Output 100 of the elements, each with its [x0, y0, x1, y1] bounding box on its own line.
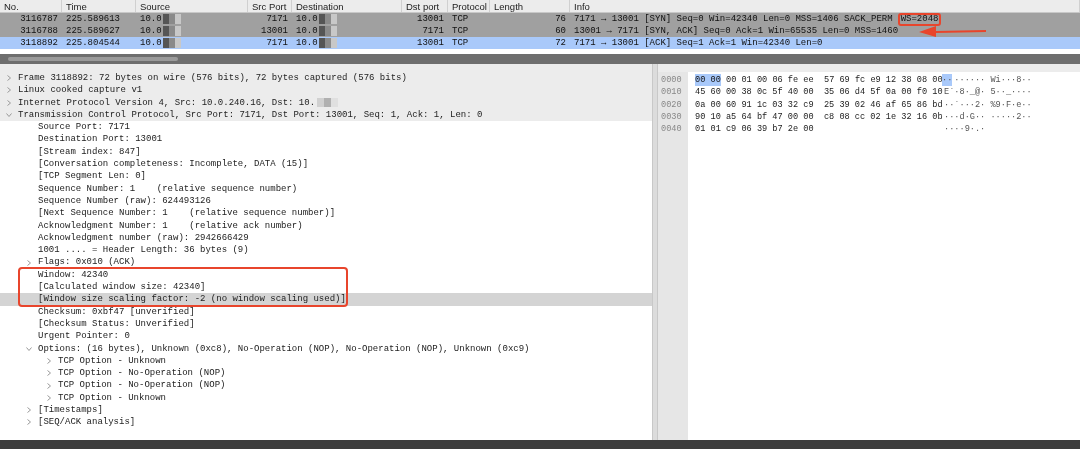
column-header[interactable]: Info [570, 0, 1080, 12]
table-cell: 76 [555, 13, 566, 25]
tree-row[interactable]: TCP Option - Unknown [0, 391, 652, 404]
hex-bytes: 00 00 [695, 74, 721, 87]
tree-text: [Checksum Status: Unverified] [38, 317, 195, 331]
tree-row[interactable]: TCP Option - Unknown [0, 354, 652, 368]
hex-bytes: 90 10 a5 64 bf 47 00 00 c8 08 cc 02 1e 32 16 0b [695, 110, 943, 124]
tree-row[interactable]: [SEQ/ACK analysis] [0, 416, 652, 429]
tree-row[interactable]: Linux cooked capture v1 [0, 84, 652, 97]
table-cell: 13001 → 7171 [SYN, ACK] Seq=0 Ack=1 Win=65535 Len=0 MSS=1460 [574, 25, 899, 37]
tree-text: [TCP Segment Len: 0] [38, 170, 147, 183]
table-cell: TCP [452, 25, 469, 37]
column-header[interactable]: Length [490, 0, 570, 12]
table-cell: 10.0 [140, 37, 162, 49]
column-header[interactable]: Dst port [402, 0, 448, 12]
table-cell: 13001 [417, 37, 444, 49]
hex-offset: 0040 [660, 123, 683, 136]
column-header[interactable]: No. [0, 0, 62, 12]
tree-row[interactable]: Options: (16 bytes), Unknown (0xc8), No-Operation (NOP), No-Operation (NOP), Unknown (0xc9) [0, 342, 652, 355]
hex-bytes: 45 60 00 38 0c 5f 40 00 35 06 d4 5f 0a 00 f0 10 [695, 86, 943, 99]
tree-text: Sequence Number: 1 (relative sequence number) [38, 182, 298, 195]
column-header[interactable]: Time [62, 0, 136, 12]
hex-offset: 0030 [660, 110, 683, 124]
redaction-mark [162, 38, 181, 48]
tree-row[interactable]: [Timestamps] [0, 404, 652, 417]
tree-row[interactable]: Flags: 0x010 (ACK) [0, 256, 652, 269]
tree-text: Acknowledgment Number: 1 (relative ack number) [38, 219, 303, 232]
table-cell: TCP [452, 37, 469, 49]
column-header[interactable]: Src Port [248, 0, 292, 12]
tree-text: Internet Protocol Version 4, Src: 10.0.240.16, Dst: 10. [18, 96, 316, 109]
column-header[interactable]: Destination [292, 0, 402, 12]
table-cell: 3116788 [20, 25, 58, 37]
tree-row[interactable]: Acknowledgment Number: 1 (relative ack number) [0, 219, 652, 232]
packet-row[interactable]: 3116788 225.589627 10.0 13001 10.0 7171 TCP 60 13001 → 7171 [SYN, ACK] Seq=0 Ack=1 Win=65535 Len=0 MSS=1460 [0, 25, 1080, 37]
tree-row[interactable]: [Window size scaling factor: -2 (no window scaling used)] [0, 293, 652, 306]
tree-row[interactable]: Acknowledgment number (raw): 2942666429 [0, 231, 652, 245]
tree-row[interactable]: Sequence Number (raw): 624493126 [0, 194, 652, 208]
table-cell: 72 [555, 37, 566, 49]
tree-row[interactable]: [Checksum Status: Unverified] [0, 317, 652, 331]
tree-text: Urgent Pointer: 0 [38, 330, 130, 343]
ascii-text: ···d·G·· ·····2·· [944, 110, 1032, 124]
tree-text: TCP Option - Unknown [58, 354, 167, 368]
tree-text: Acknowledgment number (raw): 2942666429 [38, 231, 249, 245]
tree-text: Checksum: 0xbf47 [unverified] [38, 305, 195, 318]
tree-text: [Window size scaling factor: -2 (no window scaling used)] [38, 293, 346, 306]
tree-text: Transmission Control Protocol, Src Port: 7171, Dst Port: 13001, Seq: 1, Ack: 1, Len: 0 [18, 108, 483, 122]
table-cell: 10.0 [296, 37, 318, 49]
tree-row[interactable]: [TCP Segment Len: 0] [0, 170, 652, 183]
tree-row[interactable]: Sequence Number: 1 (relative sequence number) [0, 182, 652, 195]
hex-bytes: 0a 00 60 91 1c 03 32 c9 25 39 02 46 af 65 86 bd [695, 98, 943, 111]
tree-row[interactable]: [Stream index: 847] [0, 145, 652, 159]
table-cell: 3116787 [20, 13, 58, 25]
tree-row[interactable]: Source Port: 7171 [0, 121, 652, 134]
chevron-right-icon[interactable] [26, 259, 32, 266]
redaction-mark [318, 26, 337, 36]
chevron-down-icon[interactable] [6, 112, 12, 119]
tree-row[interactable]: TCP Option - No-Operation (NOP) [0, 379, 652, 392]
packet-row[interactable]: 3116787 225.589613 10.0 7171 10.0 13001 TCP 76 7171 → 13001 [SYN] Seq=0 Win=42340 Len=0 MSS=1406 SACK_PERM WS=2048 [0, 13, 1080, 25]
tree-row[interactable]: [Next Sequence Number: 1 (relative sequence number)] [0, 207, 652, 220]
tree-row[interactable]: Destination Port: 13001 [0, 133, 652, 146]
tree-text: [Timestamps] [38, 404, 103, 417]
table-cell: 10.0 [296, 13, 318, 25]
table-cell: 60 [555, 25, 566, 37]
hex-bytes: 00 01 00 06 fe ee 57 69 fc e9 12 38 08 00 [726, 74, 943, 87]
column-header[interactable]: Source [136, 0, 248, 12]
tree-text: TCP Option - No-Operation (NOP) [58, 379, 226, 392]
tree-text: [Conversation completeness: Incomplete, DATA (15)] [38, 158, 309, 171]
redaction-mark [162, 26, 181, 36]
ascii-text: E`·8·_@· 5··_···· [944, 86, 1032, 99]
packet-row[interactable]: 3118892 225.804544 10.0 7171 10.0 13001 TCP 72 7171 → 13001 [ACK] Seq=1 Ack=1 Win=42340 Len=0 [0, 37, 1080, 49]
tree-row[interactable]: [Calculated window size: 42340] [0, 281, 652, 294]
tree-text: 1001 .... = Header Length: 36 bytes (9) [38, 244, 249, 257]
chevron-down-icon[interactable] [26, 345, 32, 352]
tree-row[interactable]: Checksum: 0xbf47 [unverified] [0, 305, 652, 318]
table-cell: 7171 [422, 25, 444, 37]
tree-row[interactable]: Frame 3118892: 72 bytes on wire (576 bits), 72 bytes captured (576 bits) [0, 72, 652, 85]
tree-row[interactable]: [Conversation completeness: Incomplete, DATA (15)] [0, 158, 652, 171]
tree-text: [Calculated window size: 42340] [38, 281, 206, 294]
tree-text: Window: 42340 [38, 268, 109, 282]
ascii-text: ····9·.· [944, 123, 986, 136]
tree-text: TCP Option - Unknown [58, 391, 167, 404]
redaction-mark [318, 38, 337, 48]
tree-text: TCP Option - No-Operation (NOP) [58, 367, 226, 380]
ascii-text: ······ Wi···8·· [954, 74, 1032, 87]
table-cell: 3118892 [20, 37, 58, 49]
tree-text: Flags: 0x010 (ACK) [38, 256, 136, 269]
tree-text: Frame 3118892: 72 bytes on wire (576 bits), 72 bytes captured (576 bits) [18, 72, 407, 85]
tree-row[interactable]: TCP Option - No-Operation (NOP) [0, 367, 652, 380]
table-cell: 13001 [417, 13, 444, 25]
tree-row[interactable]: 1001 .... = Header Length: 36 bytes (9) [0, 244, 652, 257]
column-header[interactable]: Protocol [448, 0, 490, 12]
tree-row[interactable]: Urgent Pointer: 0 [0, 330, 652, 343]
ascii-text: ··`···2· %9·F·e·· [944, 98, 1032, 111]
scroll-bar[interactable] [0, 54, 1080, 64]
tree-text: [Next Sequence Number: 1 (relative sequence number)] [38, 207, 336, 220]
table-cell: TCP [452, 13, 469, 25]
tree-text: Destination Port: 13001 [38, 133, 163, 146]
arrow-annotation [918, 24, 988, 38]
tree-row[interactable]: Window: 42340 [0, 268, 652, 282]
table-cell: 225.589613 [66, 13, 120, 25]
